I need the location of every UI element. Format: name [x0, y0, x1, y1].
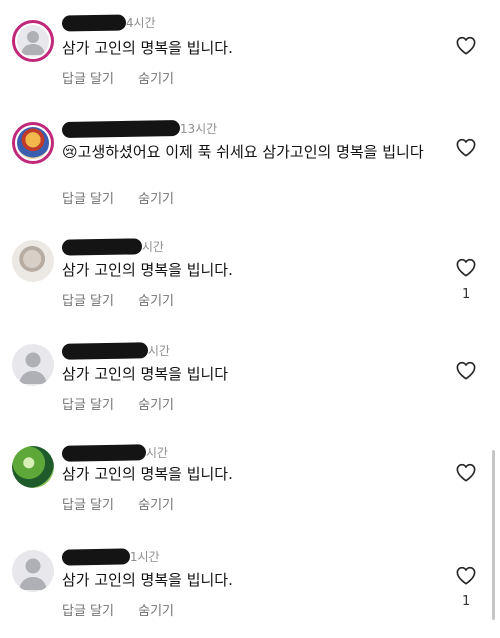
comment-meta: 시간: [61, 237, 164, 256]
redacted-username: [61, 341, 149, 360]
scrollbar[interactable]: [492, 450, 495, 620]
default-avatar-icon[interactable]: [12, 550, 54, 592]
comment-item: 시간 삼가 고인의 명복을 빕니다. 답글 달기 숨기기 1: [0, 222, 500, 322]
comment-meta: 시간: [61, 341, 170, 360]
reply-button[interactable]: 답글 달기: [62, 72, 114, 87]
heart-icon[interactable]: [455, 35, 477, 55]
cartoon-avatar-icon[interactable]: [12, 122, 54, 164]
heart-icon[interactable]: [455, 462, 477, 482]
comment-text: 삼가 고인의 명복을 빕니다.: [62, 39, 233, 57]
comment-time: 시간: [141, 240, 164, 254]
hide-button[interactable]: 숨기기: [138, 398, 174, 413]
sketch-avatar-icon[interactable]: [12, 240, 54, 282]
comment-text: 삼가 고인의 명복을 빕니다: [62, 365, 229, 383]
comment-time: 1시간: [129, 550, 160, 564]
heart-icon[interactable]: [455, 565, 477, 585]
comment-time: 4시간: [125, 16, 156, 30]
crying-face-icon: 😢: [62, 143, 78, 161]
comment-item: 시간 삼가 고인의 명복을 빕니다 답글 달기 숨기기: [0, 328, 500, 428]
redacted-username: [61, 547, 131, 566]
hide-button[interactable]: 숨기기: [138, 294, 174, 309]
reply-button[interactable]: 답글 달기: [62, 294, 114, 309]
comment-item: 4시간 삼가 고인의 명복을 빕니다. 답글 달기 숨기기: [0, 0, 500, 100]
comment-actions: 답글 달기 숨기기: [62, 188, 194, 207]
comment-meta: 13시간: [61, 119, 218, 138]
comment-meta: 시간: [61, 443, 168, 462]
comment-text: 삼가 고인의 명복을 빕니다.: [62, 571, 233, 589]
reply-button[interactable]: 답글 달기: [62, 604, 114, 619]
heart-icon[interactable]: [455, 257, 477, 277]
comment-time: 13시간: [179, 122, 218, 136]
hide-button[interactable]: 숨기기: [138, 72, 174, 87]
reply-button[interactable]: 답글 달기: [62, 192, 114, 207]
reply-button[interactable]: 답글 달기: [62, 398, 114, 413]
default-avatar-icon[interactable]: [12, 20, 54, 62]
comment-actions: 답글 달기 숨기기: [62, 68, 194, 87]
comment-item: 13시간 😢고생하셨어요 이제 푹 쉬세요 삼가고인의 명복을 빕니다 답글 달…: [0, 100, 500, 207]
comment-meta: 4시간: [61, 13, 156, 32]
comment-text: 😢고생하셨어요 이제 푹 쉬세요 삼가고인의 명복을 빕니다: [62, 143, 424, 161]
redacted-username: [61, 443, 147, 462]
comment-text: 삼가 고인의 명복을 빕니다.: [62, 465, 233, 483]
like-count: 1: [462, 594, 471, 609]
comment-item: 1시간 삼가 고인의 명복을 빕니다. 답글 달기 숨기기 1: [0, 538, 500, 638]
hide-button[interactable]: 숨기기: [138, 604, 174, 619]
comment-actions: 답글 달기 숨기기: [62, 394, 194, 413]
comment-text: 삼가 고인의 명복을 빕니다.: [62, 261, 233, 279]
redacted-username: [61, 237, 143, 256]
comment-meta: 1시간: [61, 547, 160, 566]
comment-actions: 답글 달기 숨기기: [62, 290, 194, 309]
reply-button[interactable]: 답글 달기: [62, 498, 114, 513]
redacted-username: [61, 119, 181, 138]
green-avatar-icon[interactable]: [12, 446, 54, 488]
heart-icon[interactable]: [455, 137, 477, 157]
comment-item: 시간 삼가 고인의 명복을 빕니다. 답글 달기 숨기기: [0, 432, 500, 532]
default-avatar-icon[interactable]: [12, 344, 54, 386]
comment-actions: 답글 달기 숨기기: [62, 600, 194, 619]
hide-button[interactable]: 숨기기: [138, 498, 174, 513]
heart-icon[interactable]: [455, 360, 477, 380]
like-count: 1: [462, 287, 471, 302]
redacted-username: [61, 13, 127, 32]
comment-time: 시간: [145, 446, 168, 460]
hide-button[interactable]: 숨기기: [138, 192, 174, 207]
comment-actions: 답글 달기 숨기기: [62, 494, 194, 513]
comment-time: 시간: [147, 344, 170, 358]
